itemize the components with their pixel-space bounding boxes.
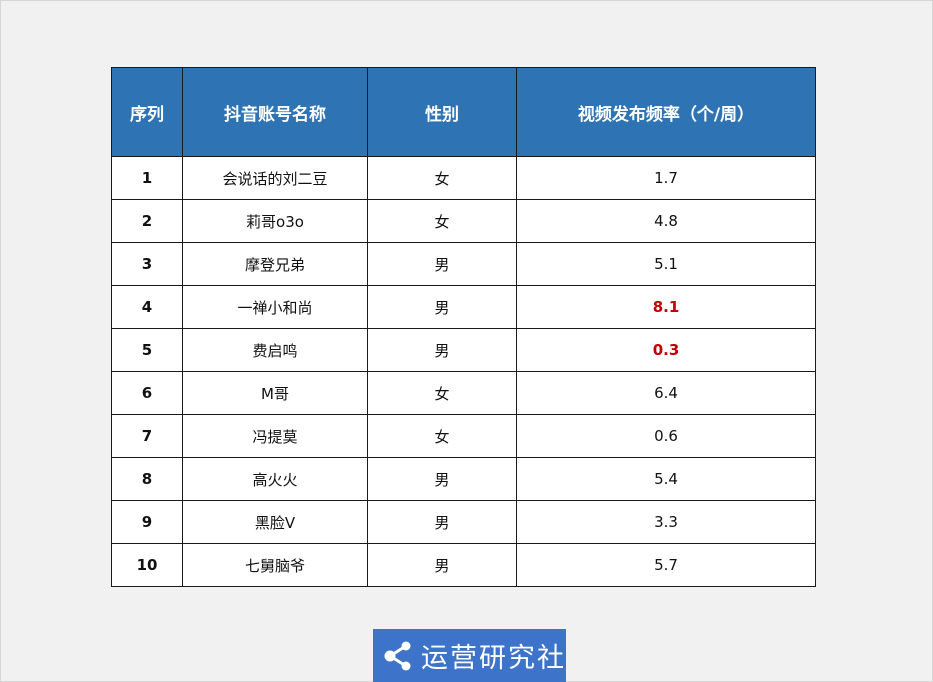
table-row: 10 七舅脑爷 男 5.7	[111, 543, 816, 587]
row-account-name: M哥	[182, 371, 368, 415]
row-index: 1	[111, 156, 183, 200]
row-account-name: 摩登兄弟	[182, 242, 368, 286]
row-index: 7	[111, 414, 183, 458]
row-frequency: 3.3	[516, 500, 816, 544]
table-row: 3 摩登兄弟 男 5.1	[111, 242, 816, 286]
table-row: 7 冯提莫 女 0.6	[111, 414, 816, 458]
table-row: 1 会说话的刘二豆 女 1.7	[111, 156, 816, 200]
row-index: 4	[111, 285, 183, 329]
row-gender: 女	[367, 156, 517, 200]
row-account-name: 七舅脑爷	[182, 543, 368, 587]
logo-text: 运营研究社	[421, 643, 566, 674]
row-account-name: 会说话的刘二豆	[182, 156, 368, 200]
row-gender: 男	[367, 543, 517, 587]
row-account-name: 黑脸V	[182, 500, 368, 544]
row-frequency: 0.6	[516, 414, 816, 458]
table-row: 6 M哥 女 6.4	[111, 371, 816, 415]
row-gender: 女	[367, 414, 517, 458]
table-row: 8 高火火 男 5.4	[111, 457, 816, 501]
row-gender: 女	[367, 371, 517, 415]
row-index: 3	[111, 242, 183, 286]
row-frequency: 0.3	[516, 328, 816, 372]
row-frequency: 4.8	[516, 199, 816, 243]
table-row: 9 黑脸V 男 3.3	[111, 500, 816, 544]
header-frequency: 视频发布频率（个/周）	[516, 67, 816, 157]
row-index: 6	[111, 371, 183, 415]
table-row: 4 一禅小和尚 男 8.1	[111, 285, 816, 329]
header-gender: 性别	[367, 67, 517, 157]
row-account-name: 一禅小和尚	[182, 285, 368, 329]
row-frequency: 5.1	[516, 242, 816, 286]
table-row: 5 费启鸣 男 0.3	[111, 328, 816, 372]
row-frequency: 5.4	[516, 457, 816, 501]
row-gender: 女	[367, 199, 517, 243]
frequency-table: 序列 抖音账号名称 性别 视频发布频率（个/周） 1 会说话的刘二豆 女 1.7…	[111, 67, 816, 587]
row-frequency: 1.7	[516, 156, 816, 200]
row-gender: 男	[367, 285, 517, 329]
row-index: 8	[111, 457, 183, 501]
row-index: 5	[111, 328, 183, 372]
row-gender: 男	[367, 242, 517, 286]
row-gender: 男	[367, 328, 517, 372]
row-account-name: 高火火	[182, 457, 368, 501]
table-row: 2 莉哥o3o 女 4.8	[111, 199, 816, 243]
share-icon	[384, 641, 411, 670]
row-frequency: 6.4	[516, 371, 816, 415]
row-index: 9	[111, 500, 183, 544]
row-frequency: 5.7	[516, 543, 816, 587]
header-index: 序列	[111, 67, 183, 157]
row-frequency: 8.1	[516, 285, 816, 329]
row-index: 10	[111, 543, 183, 587]
row-account-name: 冯提莫	[182, 414, 368, 458]
row-index: 2	[111, 199, 183, 243]
row-account-name: 莉哥o3o	[182, 199, 368, 243]
row-account-name: 费启鸣	[182, 328, 368, 372]
header-row: 序列 抖音账号名称 性别 视频发布频率（个/周）	[111, 67, 816, 157]
brand-logo: 运营研究社	[373, 629, 566, 682]
header-account-name: 抖音账号名称	[182, 67, 368, 157]
row-gender: 男	[367, 500, 517, 544]
row-gender: 男	[367, 457, 517, 501]
